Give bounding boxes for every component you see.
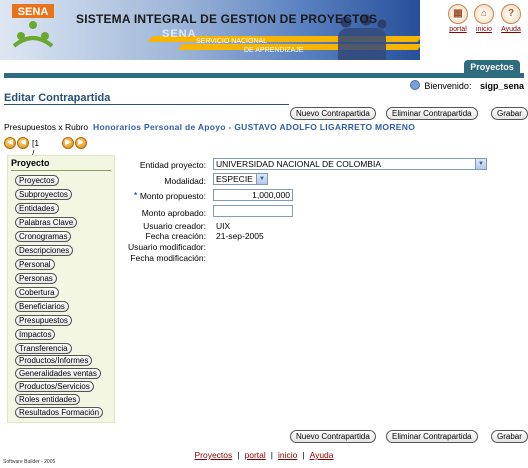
sidebar-item-cronogramas[interactable]: Cronogramas — [15, 231, 72, 242]
fecha-creacion-label: Fecha creación: — [145, 231, 206, 241]
portal-icon: ▦ — [448, 4, 468, 24]
required-marker: * — [134, 191, 138, 200]
footer-separator: | — [302, 450, 305, 460]
nav-inicio[interactable]: ⌂ inicio — [470, 4, 498, 33]
next-record-icon[interactable]: ▶ — [62, 137, 74, 149]
footer-links: Proyectos | portal | inicio | Ayuda — [0, 450, 528, 460]
builder-credit: Software Builder - 2005 — [3, 459, 56, 465]
monto-aprobado-input[interactable] — [213, 205, 293, 217]
breadcrumb-section: Presupuestos x Rubro — [4, 122, 89, 132]
sidebar-item-productos-informes[interactable]: Productos/Informes — [15, 355, 93, 366]
tab-bar-line — [4, 73, 524, 78]
title-divider — [4, 104, 289, 105]
chevron-down-icon[interactable]: ▼ — [256, 174, 267, 184]
breadcrumb-item: Honorarios Personal de Apoyo - GUSTAVO A… — [93, 122, 416, 132]
save-button-bottom[interactable]: Grabar — [491, 430, 528, 443]
save-button[interactable]: Grabar — [491, 107, 528, 120]
usuario-modificador-label: Usuario modificador: — [128, 242, 206, 252]
monto-propuesto-input[interactable]: 1,000,000 — [213, 189, 293, 201]
nav-portal-label[interactable]: portal — [444, 26, 472, 33]
modalidad-label: Modalidad: — [164, 176, 206, 186]
new-contrapartida-button-bottom[interactable]: Nuevo Contrapartida — [290, 430, 376, 443]
usuario-creador-value: UIX — [216, 221, 231, 231]
sidebar-item-cobertura[interactable]: Cobertura — [15, 287, 59, 298]
fecha-modificacion-label: Fecha modificación: — [130, 253, 206, 263]
delete-contrapartida-button[interactable]: Eliminar Contrapartida — [386, 107, 478, 120]
banner-sena-word: SENA — [162, 28, 197, 40]
footer-link-proyectos[interactable]: Proyectos — [194, 450, 232, 460]
tab-bar: Proyectos — [4, 60, 524, 78]
banner-subtitle-2: DE APRENDIZAJE — [244, 47, 304, 54]
sidebar-item-beneficiarios[interactable]: Beneficiarios — [15, 301, 69, 312]
footer-link-portal[interactable]: portal — [244, 450, 265, 460]
footer-separator: | — [237, 450, 240, 460]
user-icon — [409, 80, 420, 90]
app-title: SISTEMA INTEGRAL DE GESTION DE PROYECTOS — [76, 12, 378, 26]
new-contrapartida-button[interactable]: Nuevo Contrapartida — [290, 107, 376, 120]
monto-aprobado-label: Monto aprobado: — [141, 208, 206, 218]
sidebar-item-roles-entidades[interactable]: Roles entidades — [15, 394, 81, 405]
sidebar-item-personas[interactable]: Personas — [15, 273, 57, 284]
footer-link-inicio[interactable]: inicio — [278, 450, 297, 460]
sidebar-item-transferencia[interactable]: Transferencia — [15, 343, 72, 354]
help-icon: ? — [501, 4, 521, 24]
nav-ayuda[interactable]: ? Ayuda — [497, 4, 525, 33]
sidebar-item-subproyectos[interactable]: Subproyectos — [15, 189, 72, 200]
chevron-down-icon[interactable]: ▼ — [475, 159, 486, 169]
fecha-creacion-value: 21-sep-2005 — [216, 231, 264, 241]
modalidad-value: ESPECIE — [216, 174, 253, 184]
home-icon: ⌂ — [474, 4, 494, 24]
sidebar-item-impactos[interactable]: Impactos — [15, 329, 56, 340]
nav-portal[interactable]: ▦ portal — [444, 4, 472, 33]
sidebar-item-productos-servicios[interactable]: Productos/Servicios — [15, 381, 94, 392]
header-banner: SENA SERVICIO NACIONAL DE APRENDIZAJE — [0, 0, 420, 60]
sena-logo: SENA — [12, 4, 54, 48]
sidebar-item-personal[interactable]: Personal — [15, 259, 55, 270]
nav-inicio-label[interactable]: inicio — [470, 26, 498, 33]
welcome-label: Bienvenido: — [424, 81, 472, 91]
entidad-proyecto-value: UNIVERSIDAD NACIONAL DE COLOMBIA — [216, 159, 381, 169]
last-record-icon[interactable]: ▶ — [75, 137, 87, 149]
welcome-user: sigp_sena — [479, 81, 524, 91]
sidebar-item-proyectos[interactable]: Proyectos — [15, 175, 59, 186]
footer-separator: | — [270, 450, 273, 460]
footer-link-ayuda[interactable]: Ayuda — [310, 450, 334, 460]
sidebar-header: Proyecto — [11, 158, 50, 168]
first-record-icon[interactable]: ◀ — [4, 137, 16, 149]
sidebar-item-generalidades-ventas[interactable]: Generalidades ventas — [15, 368, 101, 379]
sidebar-item-palabras-clave[interactable]: Palabras Clave — [15, 217, 78, 228]
sidebar: Proyecto Proyectos Subproyectos Entidade… — [7, 155, 115, 423]
banner-subtitle-1: SERVICIO NACIONAL — [196, 38, 268, 45]
delete-contrapartida-button-bottom[interactable]: Eliminar Contrapartida — [386, 430, 478, 443]
usuario-creador-label: Usuario creador: — [143, 221, 206, 231]
sidebar-item-entidades[interactable]: Entidades — [15, 203, 59, 214]
sidebar-item-descripciones[interactable]: Descripciones — [15, 245, 74, 256]
sidebar-item-presupuestos[interactable]: Presupuestos — [15, 315, 72, 326]
entidad-proyecto-label: Entidad proyecto: — [139, 160, 206, 170]
page-title: Editar Contrapartida — [4, 92, 111, 104]
nav-ayuda-label[interactable]: Ayuda — [497, 26, 525, 33]
previous-record-icon[interactable]: ◀ — [17, 137, 29, 149]
tab-proyectos[interactable]: Proyectos — [464, 60, 520, 75]
sidebar-item-resultados-formacion[interactable]: Resultados Formación — [15, 407, 104, 418]
modalidad-select[interactable]: ESPECIE ▼ — [213, 173, 268, 185]
sena-logo-text: SENA — [18, 6, 49, 18]
entidad-proyecto-select[interactable]: UNIVERSIDAD NACIONAL DE COLOMBIA ▼ — [213, 158, 487, 170]
welcome-bar: Bienvenido: sigp_sena — [409, 80, 524, 91]
sidebar-divider — [11, 170, 111, 171]
monto-propuesto-label: Monto propuesto: — [139, 191, 206, 201]
